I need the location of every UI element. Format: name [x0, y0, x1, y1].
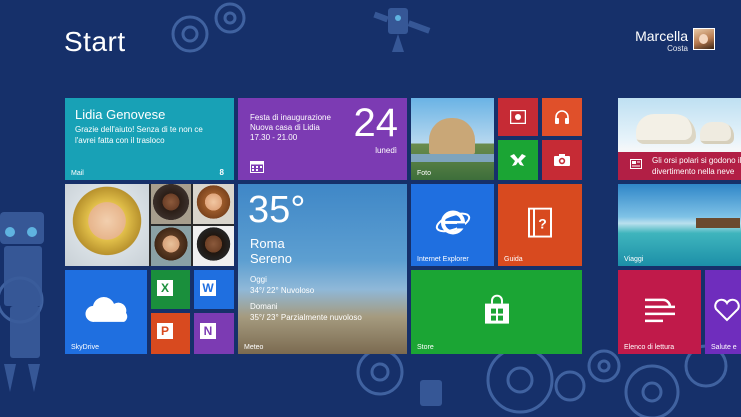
skydrive-label: SkyDrive — [71, 344, 100, 351]
word-tile[interactable]: W — [194, 270, 234, 309]
excel-icon: X — [157, 280, 173, 296]
user-account[interactable]: Marcella Costa — [635, 28, 715, 54]
travel-label: Viaggi — [624, 256, 644, 263]
news-headline: Gli orsi polari si godono il divertiment… — [652, 156, 741, 176]
store-tile[interactable]: Store — [411, 270, 582, 354]
calendar-icon — [250, 161, 264, 173]
news-tile[interactable]: Gli orsi polari si godono il divertiment… — [618, 98, 741, 180]
weather-today-label: Oggi — [250, 275, 267, 284]
weather-condition: Sereno — [250, 251, 292, 266]
mail-tile[interactable]: Lidia Genovese Grazie dell'aiuto! Senza … — [65, 98, 234, 180]
calendar-time: 17.30 - 21.00 — [250, 133, 298, 142]
shopping-bag-icon — [484, 294, 509, 324]
music-tile[interactable] — [542, 98, 582, 136]
user-first-name: Marcella — [635, 28, 688, 44]
video-icon — [510, 110, 526, 124]
skydrive-tile[interactable]: SkyDrive — [65, 270, 147, 354]
avatar[interactable] — [693, 28, 715, 50]
camera-icon — [554, 154, 570, 166]
game-controller-icon — [510, 154, 526, 166]
start-title: Start — [64, 26, 126, 57]
store-label: Store — [417, 344, 434, 351]
excel-tile[interactable]: X — [151, 270, 190, 309]
powerpoint-tile[interactable]: P — [151, 313, 190, 354]
word-icon: W — [200, 280, 216, 296]
person-photo-3 — [151, 226, 191, 266]
rotunda-image — [429, 118, 475, 154]
mail-label: Mail — [71, 170, 84, 177]
photos-tile[interactable]: Foto — [411, 98, 494, 180]
person-photo-large — [65, 184, 149, 266]
polar-bear-image — [636, 114, 696, 144]
health-tile[interactable]: Salute e — [705, 270, 741, 354]
news-icon — [630, 159, 642, 169]
calendar-location: Nuova casa di Lidia — [250, 123, 320, 132]
person-photo-2 — [193, 184, 234, 224]
calendar-tile[interactable]: Festa di inaugurazione Nuova casa di Lid… — [238, 98, 407, 180]
reading-list-label: Elenco di lettura — [624, 344, 675, 351]
bungalows-image — [696, 218, 740, 228]
help-book-icon: ? — [528, 207, 552, 238]
travel-tile[interactable]: Viaggi — [618, 184, 741, 266]
cloud-icon — [85, 297, 128, 322]
video-tile[interactable] — [498, 98, 538, 136]
internet-explorer-label: Internet Explorer — [417, 256, 469, 263]
calendar-event: Festa di inaugurazione — [250, 113, 331, 122]
polar-bear-cub-image — [700, 122, 734, 144]
svg-text:?: ? — [538, 216, 547, 232]
mail-message: Grazie dell'aiuto! Senza di te non ce l'… — [75, 125, 203, 145]
photos-label: Foto — [417, 170, 432, 177]
reading-list-icon — [644, 298, 675, 323]
calendar-weekday: lunedì — [375, 146, 397, 155]
onenote-tile[interactable]: N — [194, 313, 234, 354]
water-image — [411, 154, 494, 162]
powerpoint-icon: P — [157, 323, 173, 339]
weather-temperature: 35° — [248, 189, 306, 231]
mail-sender: Lidia Genovese — [75, 107, 166, 122]
weather-tile[interactable]: 35° Roma Sereno Oggi 34°/ 22° Nuvoloso D… — [238, 184, 407, 354]
weather-city: Roma — [250, 236, 285, 251]
internet-explorer-icon — [435, 210, 470, 235]
guide-tile[interactable]: ? Guida — [498, 184, 582, 266]
guide-label: Guida — [504, 256, 523, 263]
user-last-name: Costa — [667, 44, 688, 53]
person-photo-1 — [151, 184, 191, 224]
news-headline-bar: Gli orsi polari si godono il divertiment… — [618, 152, 741, 180]
camera-tile[interactable] — [542, 140, 582, 180]
onenote-icon: N — [200, 323, 216, 339]
weather-today-forecast: 34°/ 22° Nuvoloso — [250, 286, 315, 295]
heart-icon — [714, 298, 740, 322]
internet-explorer-tile[interactable]: Internet Explorer — [411, 184, 494, 266]
mail-count: 8 — [219, 168, 224, 177]
weather-label: Meteo — [244, 344, 264, 351]
reading-list-tile[interactable]: Elenco di lettura — [618, 270, 701, 354]
health-label: Salute e — [711, 344, 737, 351]
weather-tomorrow-label: Domani — [250, 302, 278, 311]
person-photo-4 — [193, 226, 234, 266]
headphones-icon — [555, 110, 569, 124]
weather-tomorrow-forecast: 35°/ 23° Parzialmente nuvoloso — [250, 313, 362, 322]
xbox-tile[interactable] — [498, 140, 538, 180]
people-tile[interactable] — [65, 184, 234, 266]
calendar-day: 24 — [353, 101, 399, 145]
